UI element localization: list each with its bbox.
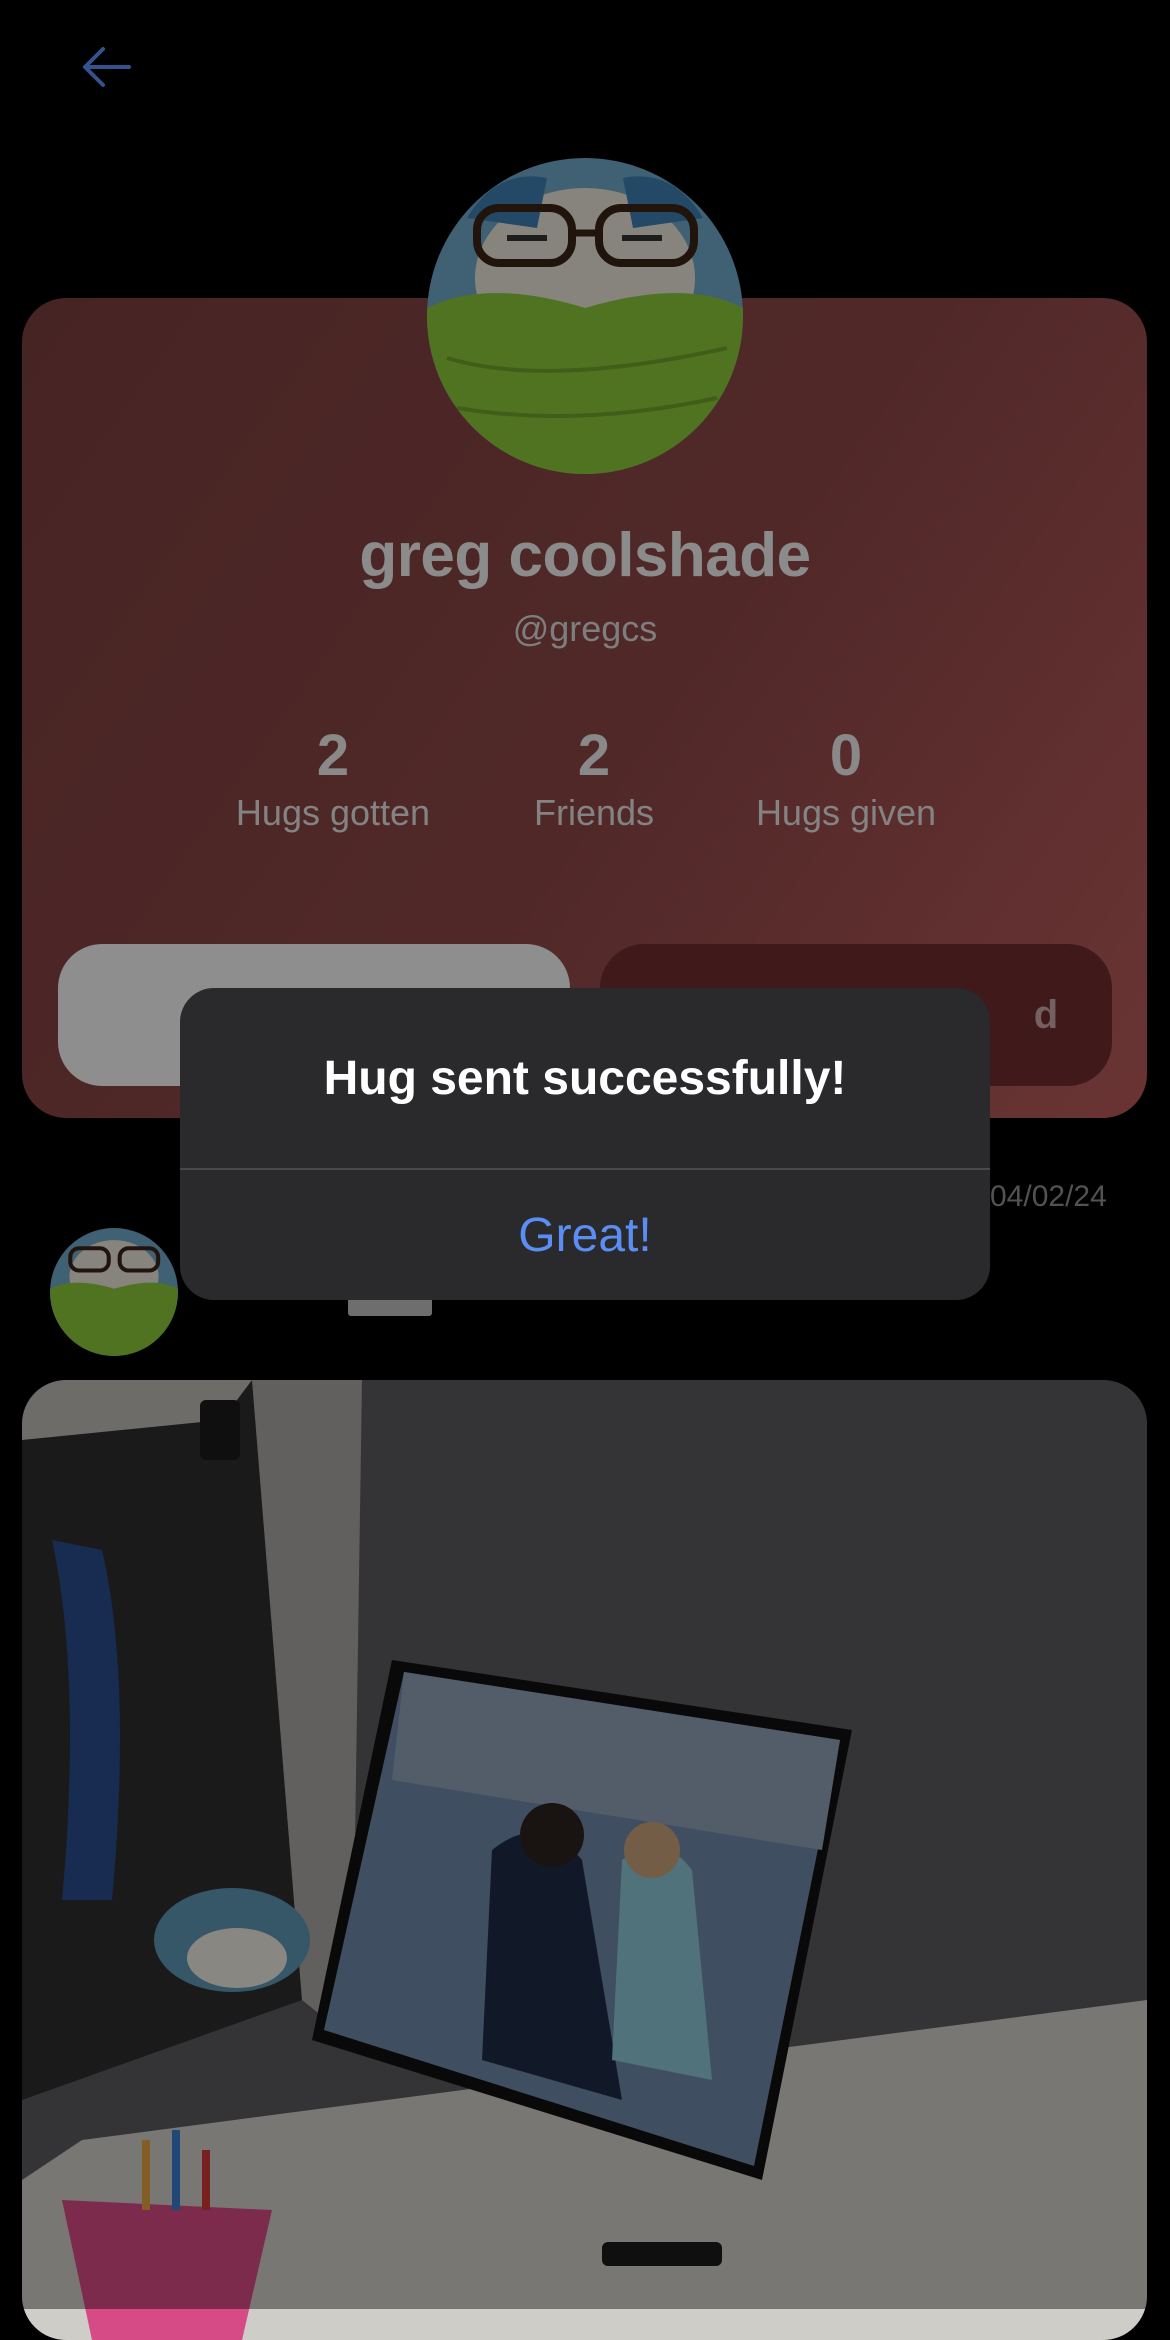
alert-dialog: Hug sent successfully! Great! bbox=[180, 988, 990, 1300]
alert-confirm-button[interactable]: Great! bbox=[180, 1170, 990, 1300]
alert-title: Hug sent successfully! bbox=[323, 1051, 847, 1105]
